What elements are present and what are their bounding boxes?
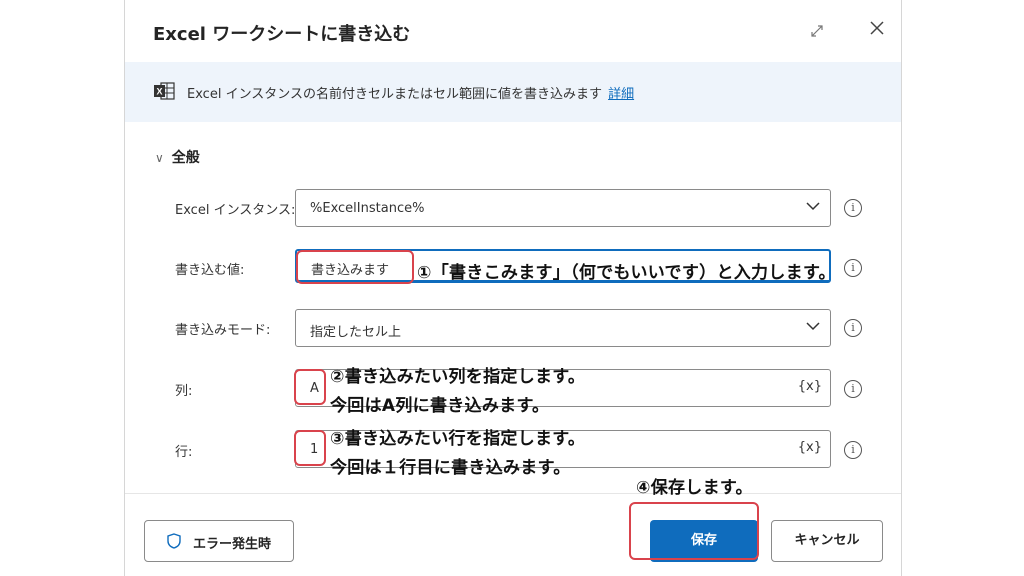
section-general[interactable]: ∨ 全般 (155, 147, 200, 167)
chevron-down-icon (806, 318, 820, 332)
highlight-value-box (296, 250, 414, 284)
instance-label: Excel インスタンス: (175, 203, 296, 218)
variable-button[interactable]: {x} (798, 379, 822, 394)
chevron-down-icon (806, 198, 820, 212)
info-text: Excel インスタンスの名前付きセルまたはセル範囲に値を書き込みます (187, 87, 603, 102)
footer-divider (125, 493, 901, 494)
on-error-button[interactable]: エラー発生時 (144, 520, 294, 562)
annotation-3-line2: 今回は１行目に書き込みます。 (330, 458, 571, 478)
details-link[interactable]: 詳細 (608, 87, 634, 102)
row-label: 行: (175, 445, 193, 460)
info-description: Excel インスタンスの名前付きセルまたはセル範囲に値を書き込みます 詳細 (187, 83, 634, 102)
mode-value: 指定したセル上 (310, 325, 402, 340)
annotation-3-line1: ③書き込みたい行を指定します。 (330, 429, 586, 449)
mode-label: 書き込みモード: (175, 323, 271, 338)
value-label: 書き込む値: (175, 263, 245, 278)
info-icon[interactable]: i (844, 380, 862, 398)
annotation-1: ①「書きこみます」（何でもいいです）と入力します。 (417, 263, 836, 283)
annotation-2-line2: 今回はA列に書き込みます。 (330, 396, 550, 416)
svg-text:X: X (157, 87, 163, 97)
cancel-button[interactable]: キャンセル (771, 520, 883, 562)
close-icon[interactable] (867, 18, 887, 38)
mode-dropdown[interactable]: 指定したセル上 (295, 309, 831, 347)
expand-icon[interactable] (808, 22, 826, 40)
instance-value: %ExcelInstance% (310, 201, 425, 216)
shield-icon (167, 533, 181, 549)
excel-icon: X (153, 82, 175, 100)
instance-dropdown[interactable]: %ExcelInstance% (295, 189, 831, 227)
variable-button[interactable]: {x} (798, 440, 822, 455)
section-label: 全般 (171, 150, 200, 166)
annotation-4: ④保存します。 (636, 478, 753, 498)
highlight-column-box (294, 369, 326, 405)
on-error-label: エラー発生時 (193, 537, 272, 552)
highlight-save-box (629, 502, 759, 560)
info-icon[interactable]: i (844, 199, 862, 217)
highlight-row-box (294, 430, 326, 466)
info-icon[interactable]: i (844, 319, 862, 337)
info-bar: X Excel インスタンスの名前付きセルまたはセル範囲に値を書き込みます 詳細 (125, 62, 901, 122)
dialog-title: Excel ワークシートに書き込む (153, 24, 411, 45)
info-icon[interactable]: i (844, 441, 862, 459)
chevron-down-icon: ∨ (155, 151, 164, 165)
info-icon[interactable]: i (844, 259, 862, 277)
write-to-worksheet-dialog: Excel ワークシートに書き込む X Excel インスタンスの名前付きセルま… (124, 0, 902, 576)
annotation-2-line1: ②書き込みたい列を指定します。 (330, 367, 586, 387)
column-label: 列: (175, 384, 193, 399)
